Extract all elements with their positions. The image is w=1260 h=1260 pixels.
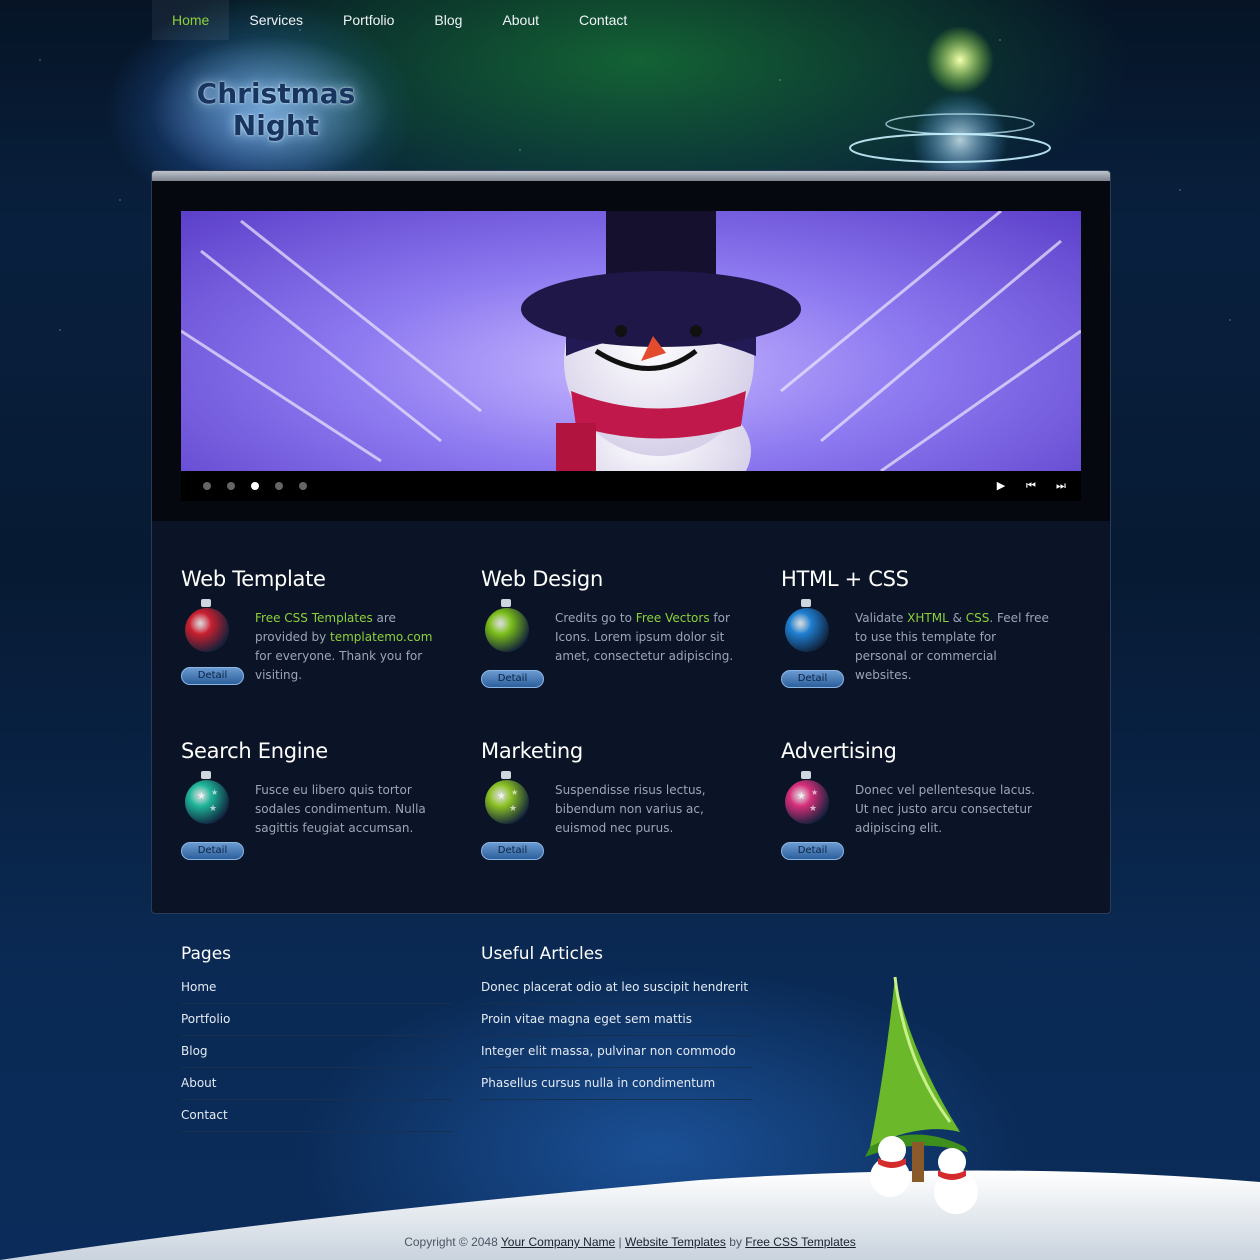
description-text: Fusce eu libero quis tortor sodales cond…	[255, 783, 426, 835]
copyright-by: by	[725, 1235, 746, 1249]
article-link[interactable]: Phasellus cursus nulla in condimentum	[481, 1068, 753, 1100]
pink-star-ornament-icon: ★★★	[785, 771, 829, 824]
detail-button[interactable]: Detail	[481, 842, 544, 860]
inline-link[interactable]: CSS	[966, 611, 990, 625]
christmas-tree-snowmen-decoration	[865, 976, 978, 1214]
detail-button[interactable]: Detail	[181, 842, 244, 860]
free-css-templates-link[interactable]: Free CSS Templates	[745, 1235, 856, 1249]
svg-text:★: ★	[209, 804, 217, 814]
nav-blog[interactable]: Blog	[414, 0, 482, 40]
page-link-home[interactable]: Home	[181, 972, 453, 1004]
service-search-engine: Search Engine ★ ★ ★ Fusce eu libero quis tor…	[181, 739, 451, 869]
slide-dot-1[interactable]	[203, 482, 211, 490]
slide-dot-3[interactable]	[251, 482, 259, 490]
pages-list: Home Portfolio Blog About Contact	[181, 972, 453, 1132]
service-description: Donec vel pellentesque lacus. Ut nec jus…	[855, 781, 1051, 838]
service-title: HTML + CSS	[781, 567, 909, 591]
svg-text:★: ★	[797, 791, 806, 802]
articles-list: Donec placerat odio at leo suscipit hend…	[481, 972, 753, 1100]
service-title: Web Template	[181, 567, 326, 591]
description-text: Credits go to	[555, 611, 636, 625]
sparkle-tree-decoration	[849, 26, 1051, 188]
description-text: Validate	[855, 611, 908, 625]
service-advertising: Advertising ★ ★ ★ Donec vel pellentesque lac…	[781, 739, 1051, 869]
slider-control-bar: ▶ ⏮ ⏭	[181, 471, 1081, 501]
article-link[interactable]: Donec placerat odio at leo suscipit hend…	[481, 972, 753, 1004]
svg-text:★: ★	[197, 791, 206, 802]
article-link[interactable]: Proin vitae magna eget sem mattis	[481, 1004, 753, 1036]
detail-button[interactable]: Detail	[781, 842, 844, 860]
service-description: Suspendisse risus lectus, bibendum non v…	[555, 781, 751, 838]
service-title: Advertising	[781, 739, 897, 763]
page-link-blog[interactable]: Blog	[181, 1036, 453, 1068]
copyright-separator: |	[615, 1235, 625, 1249]
service-description: Fusce eu libero quis tortor sodales cond…	[255, 781, 451, 838]
inline-link[interactable]: Free CSS Templates	[255, 611, 373, 625]
svg-text:★: ★	[509, 804, 517, 814]
detail-button[interactable]: Detail	[481, 670, 544, 688]
service-description: Free CSS Templates are provided by templ…	[255, 609, 451, 685]
inline-link[interactable]: Free Vectors	[636, 611, 710, 625]
inline-link[interactable]: XHTML	[907, 611, 949, 625]
description-text: Donec vel pellentesque lacus. Ut nec jus…	[855, 783, 1035, 835]
service-title: Web Design	[481, 567, 603, 591]
image-slider: ▶ ⏮ ⏭	[152, 181, 1110, 521]
nav-contact[interactable]: Contact	[559, 0, 647, 40]
service-web-template: Web Template Free CSS Templates are provi…	[181, 567, 451, 697]
pages-heading: Pages	[181, 944, 232, 964]
description-text: Suspendisse risus lectus, bibendum non v…	[555, 783, 706, 835]
articles-heading: Useful Articles	[481, 944, 604, 964]
site-logo[interactable]: Christmas Night	[186, 78, 366, 142]
service-html-css: HTML + CSS Validate XHTML & CSS. Feel fre…	[781, 567, 1051, 697]
detail-button[interactable]: Detail	[181, 667, 244, 685]
page-link-contact[interactable]: Contact	[181, 1100, 453, 1132]
svg-text:★: ★	[497, 791, 506, 802]
page-link-about[interactable]: About	[181, 1068, 453, 1100]
website-templates-link[interactable]: Website Templates	[625, 1235, 726, 1249]
slide-dot-5[interactable]	[299, 482, 307, 490]
copyright-bar: Copyright © 2048 Your Company Name | Web…	[0, 1235, 1260, 1249]
blue-ornament-icon	[785, 599, 829, 652]
nav-about[interactable]: About	[482, 0, 559, 40]
slide-dot-4[interactable]	[275, 482, 283, 490]
service-description: Validate XHTML & CSS. Feel free to use t…	[855, 609, 1051, 685]
copyright-prefix: Copyright © 2048	[404, 1235, 501, 1249]
service-marketing: Marketing ★ ★ ★ Suspendisse risus lectus, bi…	[481, 739, 751, 869]
teal-star-ornament-icon: ★★★	[185, 771, 229, 824]
previous-icon[interactable]: ⏮	[1022, 477, 1040, 495]
svg-text:★: ★	[809, 804, 817, 814]
company-name-link[interactable]: Your Company Name	[501, 1235, 615, 1249]
description-text: for everyone. Thank you for visiting.	[255, 649, 423, 682]
next-icon[interactable]: ⏭	[1052, 477, 1070, 495]
detail-button[interactable]: Detail	[781, 670, 844, 688]
service-web-design: Web Design Credits go to Free Vectors for…	[481, 567, 751, 697]
service-title: Search Engine	[181, 739, 328, 763]
page-link-portfolio[interactable]: Portfolio	[181, 1004, 453, 1036]
play-icon[interactable]: ▶	[992, 477, 1010, 495]
article-link[interactable]: Integer elit massa, pulvinar non commodo	[481, 1036, 753, 1068]
snowman-illustration	[181, 211, 1081, 471]
svg-text:★: ★	[211, 788, 218, 797]
service-description: Credits go to Free Vectors for Icons. Lo…	[555, 609, 751, 666]
svg-text:★: ★	[811, 788, 818, 797]
inline-link[interactable]: templatemo.com	[330, 630, 432, 644]
panel-top-bar	[152, 171, 1110, 181]
red-ornament-icon	[185, 599, 229, 652]
logo-line-1: Christmas	[196, 77, 356, 110]
slide-dot-2[interactable]	[227, 482, 235, 490]
svg-text:★: ★	[511, 788, 518, 797]
green-ornament-icon	[485, 599, 529, 652]
description-text: &	[948, 611, 966, 625]
snowman-slide-image[interactable]	[181, 211, 1081, 471]
service-title: Marketing	[481, 739, 583, 763]
logo-line-2: Night	[232, 109, 320, 142]
green-star-ornament-icon: ★★★	[485, 771, 529, 824]
